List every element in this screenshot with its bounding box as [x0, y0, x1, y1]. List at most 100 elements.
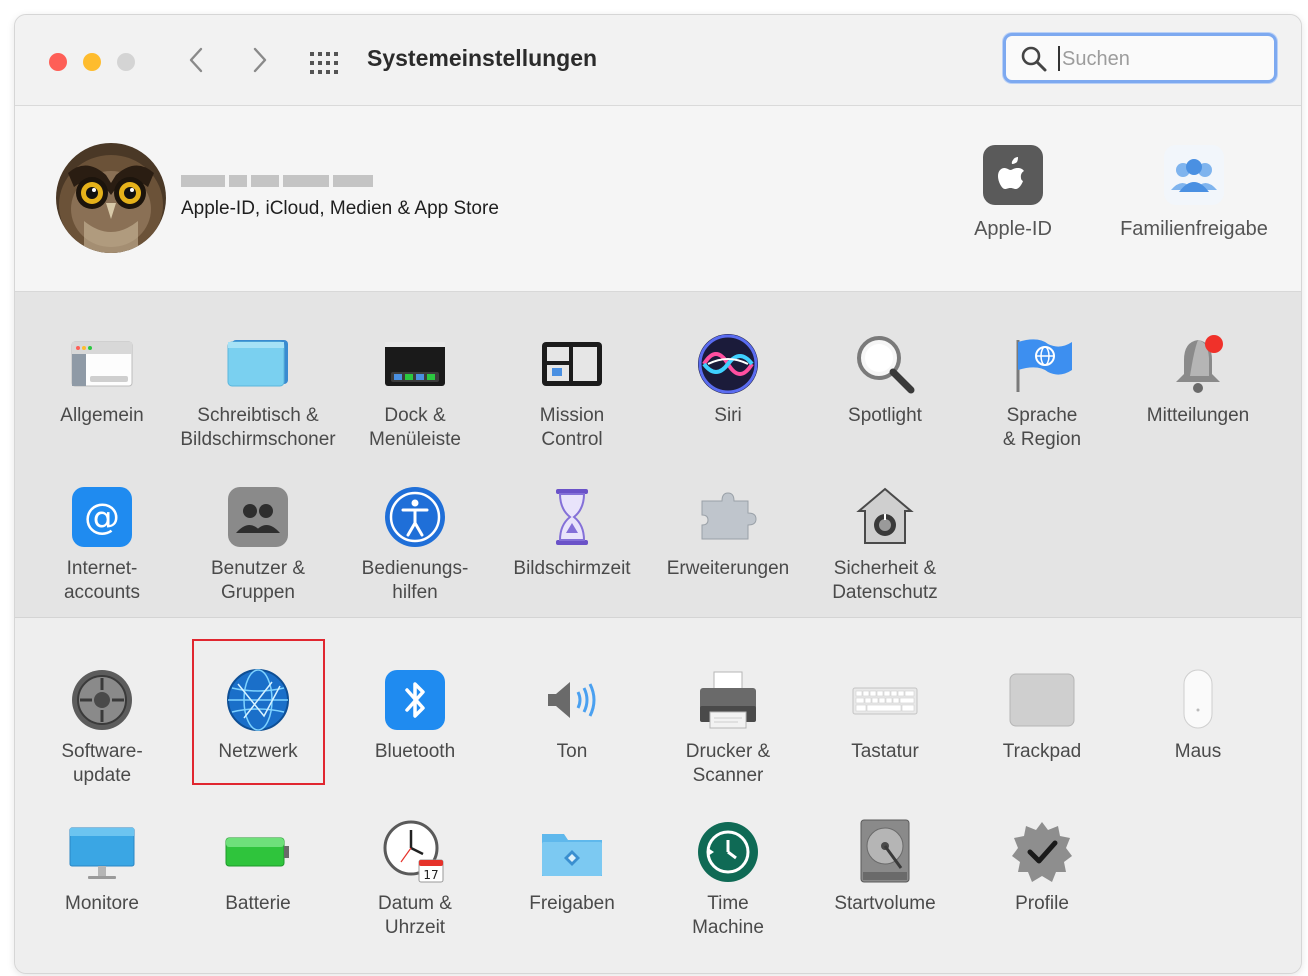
profiles-icon	[1012, 822, 1072, 882]
pane-desktop-label: Schreibtisch & Bildschirmschoner	[180, 405, 336, 450]
pane-language-region-label: Sprache & Region	[1002, 405, 1082, 450]
window-title: Systemeinstellungen	[367, 45, 598, 71]
pane-trackpad[interactable]: Trackpad	[964, 666, 1120, 764]
apple-id-icon	[983, 145, 1043, 205]
pane-bluetooth[interactable]: Bluetooth	[337, 666, 493, 764]
pane-mouse[interactable]: Maus	[1120, 666, 1276, 764]
users-groups-icon	[228, 487, 288, 547]
account-section: Apple-ID, iCloud, Medien & App Store App…	[15, 106, 1301, 292]
pane-displays-label: Monitore	[65, 893, 139, 914]
zoom-button[interactable]	[117, 53, 135, 71]
search-field[interactable]	[1003, 33, 1277, 83]
back-button[interactable]	[183, 43, 211, 77]
trackpad-icon	[1009, 673, 1075, 727]
pane-software-update[interactable]: Software- update	[24, 666, 180, 788]
pane-startup-disk-label: Startvolume	[834, 893, 936, 914]
pane-siri[interactable]: Siri	[650, 330, 806, 428]
spotlight-icon	[857, 336, 915, 394]
pane-notifications-label: Mitteilungen	[1146, 405, 1250, 426]
pane-sound[interactable]: Ton	[494, 666, 650, 764]
pane-sharing[interactable]: Freigaben	[494, 818, 650, 916]
pane-dock-menubar[interactable]: Dock & Menüleiste	[337, 330, 493, 452]
general-icon	[71, 341, 133, 387]
pane-keyboard[interactable]: Tastatur	[807, 666, 963, 764]
software-update-icon	[72, 670, 132, 730]
show-all-button[interactable]	[309, 51, 341, 75]
pane-security-label: Sicherheit & Datenschutz	[832, 558, 938, 603]
svg-text:@: @	[84, 497, 120, 538]
pane-internet-accounts[interactable]: @ Internet- accounts	[24, 483, 180, 605]
pane-general[interactable]: Allgemein	[24, 330, 180, 428]
pane-displays[interactable]: Monitore	[24, 818, 180, 916]
account-subtitle: Apple-ID, iCloud, Medien & App Store	[181, 198, 499, 219]
pane-security-privacy[interactable]: Sicherheit & Datenschutz	[807, 483, 963, 605]
network-highlight-box	[192, 639, 325, 785]
date-time-icon: 17	[383, 820, 444, 883]
calendar-day-text: 17	[423, 868, 438, 882]
pane-siri-label: Siri	[714, 405, 742, 426]
sound-icon	[548, 682, 596, 718]
mission-control-icon	[542, 342, 602, 386]
language-region-icon	[1016, 339, 1072, 392]
security-icon	[856, 487, 914, 544]
sharing-icon	[542, 834, 602, 876]
pane-dock-label: Dock & Menüleiste	[369, 405, 461, 450]
keyboard-icon	[852, 687, 918, 715]
bluetooth-icon	[385, 670, 445, 730]
accessibility-icon	[385, 487, 445, 547]
blurred-username	[181, 172, 381, 188]
owl-avatar-image	[56, 143, 166, 253]
forward-button[interactable]	[245, 43, 273, 77]
pane-battery[interactable]: Batterie	[180, 818, 336, 916]
pane-users-groups-label: Benutzer & Gruppen	[211, 558, 305, 603]
pane-date-time[interactable]: 17 Datum & Uhrzeit	[337, 818, 493, 940]
pane-spotlight[interactable]: Spotlight	[807, 330, 963, 428]
pane-time-machine[interactable]: Time Machine	[650, 818, 806, 940]
mouse-icon	[1183, 669, 1213, 729]
preferences-section-personal: Allgemein Schreibtisch & Bildschirmschon…	[15, 292, 1301, 618]
pane-mission-control-label: Mission Control	[539, 405, 605, 450]
apple-id-pane[interactable]: Apple-ID	[955, 144, 1071, 241]
pane-notifications[interactable]: Mitteilungen	[1120, 330, 1276, 428]
family-sharing-icon	[1164, 145, 1224, 205]
pane-software-update-label: Software- update	[61, 741, 143, 786]
pane-printers-label: Drucker & Scanner	[685, 741, 771, 786]
pane-screen-time[interactable]: Bildschirmzeit	[494, 483, 650, 581]
family-sharing-label: Familienfreigabe	[1120, 218, 1268, 240]
pane-accessibility[interactable]: Bedienungs- hilfen	[337, 483, 493, 605]
chevron-right-icon	[253, 47, 267, 73]
family-sharing-pane[interactable]: Familienfreigabe	[1109, 144, 1279, 241]
toolbar: Systemeinstellungen	[15, 15, 1301, 106]
pane-battery-label: Batterie	[225, 893, 291, 914]
pane-general-label: Allgemein	[60, 405, 144, 426]
pane-mission-control[interactable]: Mission Control	[494, 330, 650, 452]
internet-accounts-icon: @	[72, 487, 132, 547]
pane-bluetooth-label: Bluetooth	[374, 741, 456, 762]
minimize-button[interactable]	[83, 53, 101, 71]
pane-internet-accounts-label: Internet- accounts	[63, 558, 141, 603]
pane-language-region[interactable]: Sprache & Region	[964, 330, 1120, 452]
desktop-icon	[227, 340, 288, 387]
search-icon	[1021, 46, 1047, 72]
apple-id-label: Apple-ID	[974, 218, 1052, 240]
pane-startup-disk[interactable]: Startvolume	[807, 818, 963, 916]
battery-icon	[225, 837, 289, 867]
pane-sharing-label: Freigaben	[529, 893, 615, 914]
pane-extensions[interactable]: Erweiterungen	[650, 483, 806, 581]
system-preferences-window: Systemeinstellungen Suchen Apple-ID, iCl…	[14, 14, 1302, 974]
pane-screen-time-label: Bildschirmzeit	[513, 558, 631, 579]
pane-spotlight-label: Spotlight	[848, 405, 922, 426]
avatar[interactable]	[56, 143, 166, 253]
extensions-icon	[701, 492, 757, 540]
pane-printers-scanners[interactable]: Drucker & Scanner	[650, 666, 806, 788]
time-machine-icon	[698, 822, 758, 882]
pane-profiles-label: Profile	[1015, 893, 1069, 914]
pane-users-groups[interactable]: Benutzer & Gruppen	[180, 483, 336, 605]
search-input[interactable]	[1060, 42, 1269, 76]
close-button[interactable]	[49, 53, 67, 71]
pane-profiles[interactable]: Profile	[964, 818, 1120, 916]
printer-icon	[700, 671, 756, 729]
pane-time-machine-label: Time Machine	[692, 893, 764, 938]
pane-desktop-screensaver[interactable]: Schreibtisch & Bildschirmschoner	[180, 330, 336, 452]
pane-sound-label: Ton	[556, 741, 588, 762]
